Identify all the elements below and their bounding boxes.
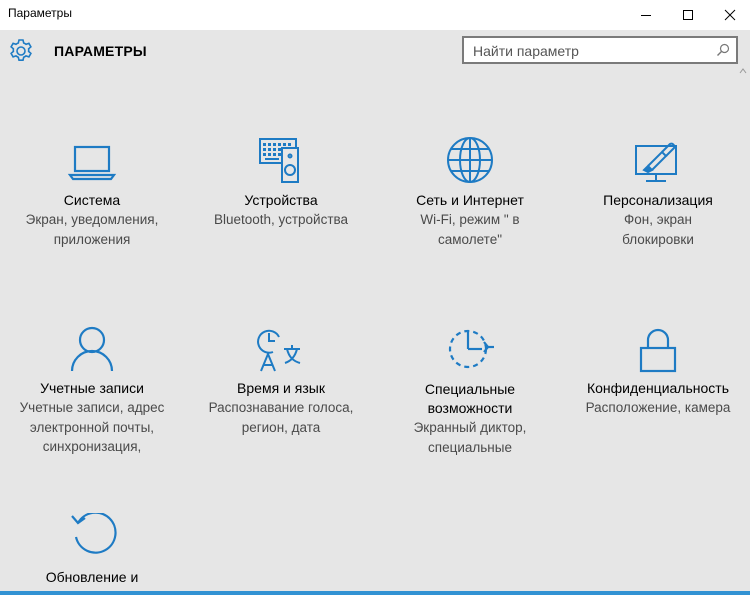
window-title: Параметры bbox=[8, 6, 72, 20]
lock-icon bbox=[628, 325, 688, 381]
tile-label: Система bbox=[63, 192, 121, 208]
tile-network[interactable]: Сеть и Интернет Wi-Fi, режим " в самолете… bbox=[380, 136, 560, 266]
search-icon[interactable] bbox=[716, 43, 730, 57]
tile-privacy[interactable]: Конфиденциальность Расположение, камера bbox=[568, 325, 748, 465]
tile-label: Время и язык bbox=[237, 380, 325, 396]
tile-label: Конфиденциальность bbox=[586, 380, 729, 396]
laptop-icon bbox=[62, 136, 122, 192]
tile-description: Wi-Fi, режим " в самолете" bbox=[420, 212, 520, 247]
page-title: ПАРАМЕТРЫ bbox=[54, 43, 147, 59]
settings-header: ПАРАМЕТРЫ bbox=[0, 30, 750, 78]
personalization-icon bbox=[628, 136, 688, 192]
tile-description: Учетные записи, адрес электронной почты, с… bbox=[19, 400, 165, 454]
tile-accounts[interactable]: Учетные записи Учетные записи, адрес элек… bbox=[2, 325, 182, 465]
tile-update[interactable]: Обновление и bbox=[2, 513, 182, 593]
ease-of-access-icon bbox=[440, 325, 500, 381]
tile-label: Учетные записи bbox=[40, 380, 144, 396]
tile-label: Персонализация bbox=[603, 192, 713, 208]
maximize-icon bbox=[683, 10, 693, 20]
update-icon bbox=[62, 513, 122, 569]
tile-system[interactable]: Система Экран, уведомления, приложения bbox=[2, 136, 182, 266]
close-button[interactable] bbox=[710, 0, 750, 30]
tile-label: Сеть и Интернет bbox=[416, 192, 524, 208]
close-icon bbox=[724, 9, 736, 21]
search-input[interactable] bbox=[473, 42, 703, 60]
tile-description: Экран, уведомления, приложения bbox=[25, 212, 159, 247]
minimize-button[interactable] bbox=[626, 0, 666, 30]
tile-ease-of-access[interactable]: Специальные возможности Экранный диктор, с… bbox=[380, 325, 560, 465]
globe-icon bbox=[440, 136, 500, 192]
settings-window: Параметры ПАРАМЕТРЫ Найти параметр Систе… bbox=[0, 0, 750, 595]
tile-devices[interactable]: Устройства Bluetooth, устройства bbox=[191, 136, 371, 266]
tile-personalization[interactable]: Персонализация Фон, экран блокировки bbox=[568, 136, 748, 266]
bottom-edge bbox=[0, 591, 750, 595]
tile-description: Фон, экран блокировки bbox=[622, 212, 694, 247]
tile-time-language[interactable]: Время и язык Распознавание голоса, регион… bbox=[191, 325, 371, 465]
time-language-icon bbox=[251, 325, 311, 381]
devices-icon bbox=[251, 136, 311, 192]
person-icon bbox=[62, 325, 122, 381]
maximize-button[interactable] bbox=[668, 0, 708, 30]
title-bar: Параметры bbox=[0, 0, 750, 30]
tile-description: Экранный диктор, специальные bbox=[413, 420, 527, 455]
minimize-icon bbox=[641, 15, 651, 16]
tile-label: Устройства bbox=[244, 192, 318, 208]
scroll-up-arrow-icon[interactable] bbox=[738, 66, 748, 76]
tile-label: Специальные возможности bbox=[424, 381, 516, 416]
tile-description: Распознавание голоса, регион, дата bbox=[208, 400, 354, 435]
tile-description: Расположение, камера bbox=[585, 400, 731, 415]
gear-icon bbox=[8, 38, 34, 64]
search-box[interactable] bbox=[462, 36, 738, 64]
tile-label: Обновление и bbox=[45, 569, 139, 585]
tile-description: Bluetooth, устройства bbox=[213, 212, 349, 227]
